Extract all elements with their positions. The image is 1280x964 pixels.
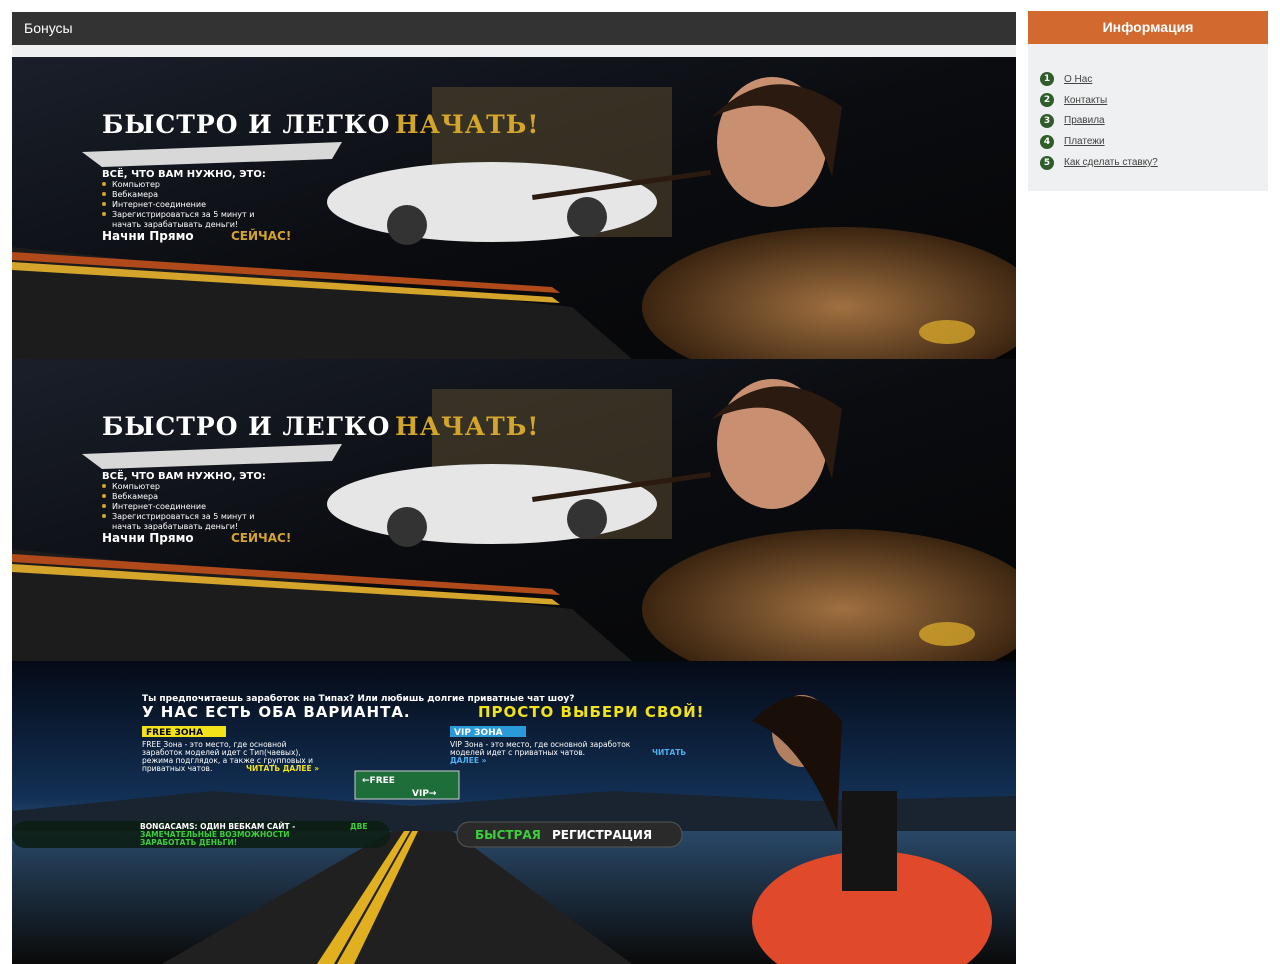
banner2-logo-icon [919,622,975,646]
promo-banner-art: БЫСТРО И ЛЕГКО НАЧАТЬ! ВСЁ, ЧТО ВАМ НУЖН… [12,57,1016,359]
quick-registration-button[interactable]: БЫСТРАЯ РЕГИСТРАЦИЯ [456,821,683,848]
banner1-headline-white: БЫСТРО И ЛЕГКО [102,110,390,139]
contacts-link[interactable]: Контакты [1064,95,1107,106]
banner1-headline-gold: НАЧАТЬ! [395,110,539,139]
rules-link[interactable]: Правила [1064,115,1105,126]
banner1-item: Компьютер [112,180,160,189]
banner1-cta-white: Начни Прямо [102,229,194,243]
banner2-cta-gold: СЕЙЧАС! [231,530,291,545]
page-title: Бонусы [24,20,73,36]
registration-label-green: БЫСТРАЯ [475,828,541,842]
header-divider [12,45,1016,57]
banner2-item: Интернет-соединение [112,502,206,511]
sidebar-info-panel: 1 О Нас 2 Контакты 3 Правила 4 Платежи 5… [1028,44,1268,191]
bongacams-tagline-green: ЗАРАБОТАТЬ ДЕНЬГИ! [140,838,237,847]
about-link[interactable]: О Нас [1064,74,1092,85]
info-links-list: 1 О Нас 2 Контакты 3 Правила 4 Платежи 5… [1040,69,1158,173]
banner2-item: Вебкамера [112,492,158,501]
info-list-item: 2 Контакты [1040,90,1158,111]
info-list-item: 5 Как сделать ставку? [1040,152,1158,173]
banner2-item: Зарегистрироваться за 5 минут и [112,512,254,521]
vip-zone-read-more-2[interactable]: ДАЛЕЕ » [450,756,487,765]
sign-free-label: ←FREE [362,776,395,786]
sign-vip-label: VIP→ [412,789,437,799]
zones-banner-art: Ты предпочитаешь заработок на Типах? Или… [12,661,1016,964]
zones-headline-white: У НАС ЕСТЬ ОБА ВАРИАНТА. [142,703,411,721]
list-number-badge: 4 [1040,134,1054,149]
banner1-logo-icon [919,320,975,344]
vip-zone-badge: VIP ЗОНА [454,728,503,738]
sidebar-title: Информация [1102,19,1194,35]
list-number-badge: 5 [1040,155,1054,170]
banner1-cta-gold: СЕЙЧАС! [231,228,291,243]
free-zone-text: приватных чатов. [142,764,212,773]
promo-banner-1[interactable]: БЫСТРО И ЛЕГКО НАЧАТЬ! ВСЁ, ЧТО ВАМ НУЖН… [12,57,1016,359]
banner1-item: Интернет-соединение [112,200,206,209]
payments-link[interactable]: Платежи [1064,136,1105,147]
banner1-item: Вебкамера [112,190,158,199]
list-number-badge: 1 [1040,72,1054,87]
banner1-item: начать зарабатывать деньги! [112,220,238,229]
free-zone-read-more[interactable]: ЧИТАТЬ ДАЛЕЕ » [246,764,319,773]
banner1-item: Зарегистрироваться за 5 минут и [112,210,254,219]
vip-zone-read-more[interactable]: ЧИТАТЬ [652,748,686,757]
list-number-badge: 2 [1040,93,1054,108]
page-title-bar: Бонусы [12,12,1016,45]
free-zone-badge: FREE ЗОНА [146,728,203,738]
banner2-item: начать зарабатывать деньги! [112,522,238,531]
banner2-cta-white: Начни Прямо [102,531,194,545]
sidebar-title-bar: Информация [1028,11,1268,44]
zones-banner[interactable]: Ты предпочитаешь заработок на Типах? Или… [12,661,1016,964]
promo-banner-2[interactable]: БЫСТРО И ЛЕГКО НАЧАТЬ! ВСЁ, ЧТО ВАМ НУЖН… [12,359,1016,661]
info-list-item: 3 Правила [1040,111,1158,132]
zones-headline-yellow: ПРОСТО ВЫБЕРИ СВОЙ! [478,702,705,721]
how-to-bet-link[interactable]: Как сделать ставку? [1064,157,1158,168]
banner2-headline-white: БЫСТРО И ЛЕГКО [102,412,390,441]
banner2-item: Компьютер [112,482,160,491]
info-list-item: 1 О Нас [1040,69,1158,90]
banner2-headline-gold: НАЧАТЬ! [395,412,539,441]
promo-banner-art: БЫСТРО И ЛЕГКО НАЧАТЬ! ВСЁ, ЧТО ВАМ НУЖН… [12,359,1016,661]
registration-label-white: РЕГИСТРАЦИЯ [552,828,652,842]
bongacams-tagline-green: ДВЕ [350,822,368,831]
banner2-subtitle: ВСЁ, ЧТО ВАМ НУЖНО, ЭТО: [102,468,266,482]
info-list-item: 4 Платежи [1040,131,1158,152]
list-number-badge: 3 [1040,113,1054,128]
banner1-subtitle: ВСЁ, ЧТО ВАМ НУЖНО, ЭТО: [102,166,266,180]
